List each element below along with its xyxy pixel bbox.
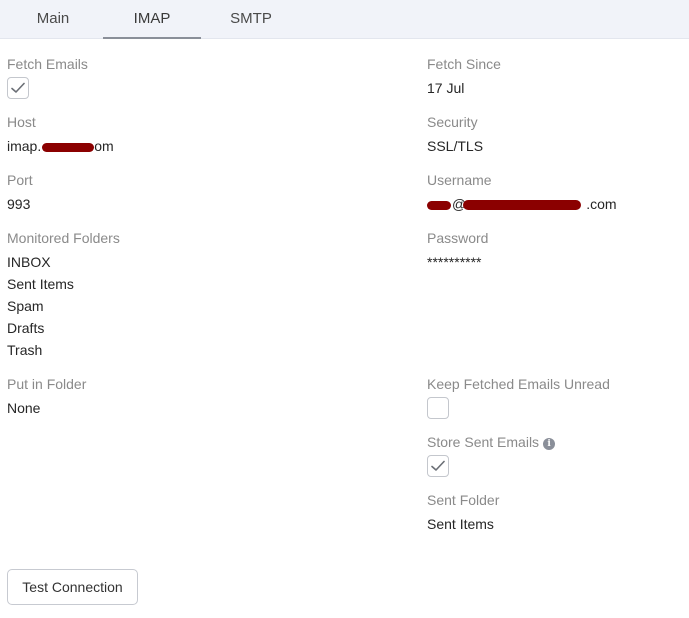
username-label: Username xyxy=(427,172,492,188)
username-value-suffix: .com xyxy=(586,196,617,212)
host-value-prefix: imap. xyxy=(7,138,42,154)
put-in-folder-label: Put in Folder xyxy=(7,376,87,392)
store-sent-label: Store Sent Emails xyxy=(427,434,540,450)
folder-item: Sent Items xyxy=(7,276,74,292)
fetch-since-label: Fetch Since xyxy=(427,56,501,72)
folder-item: Drafts xyxy=(7,320,45,336)
port-value: 993 xyxy=(7,196,31,212)
monitored-folders-label: Monitored Folders xyxy=(7,230,120,246)
security-label: Security xyxy=(427,114,478,130)
folder-item: INBOX xyxy=(7,254,51,270)
keep-unread-checkbox[interactable] xyxy=(427,397,449,419)
put-in-folder-value: None xyxy=(7,400,41,416)
security-value: SSL/TLS xyxy=(427,138,484,154)
redaction-mark xyxy=(427,201,451,210)
port-label: Port xyxy=(7,172,33,188)
tab-imap[interactable]: IMAP xyxy=(103,0,201,39)
info-icon[interactable]: i xyxy=(543,438,556,450)
sent-folder-value: Sent Items xyxy=(427,516,494,532)
store-sent-label-row: Store Sent Emails i xyxy=(427,434,556,450)
check-icon xyxy=(431,460,445,471)
password-value: ********** xyxy=(427,254,482,270)
host-label: Host xyxy=(7,114,36,130)
fetch-emails-checkbox[interactable] xyxy=(7,77,29,99)
redaction-mark xyxy=(42,143,94,152)
keep-unread-label: Keep Fetched Emails Unread xyxy=(427,376,610,392)
folder-item: Spam xyxy=(7,298,44,314)
test-connection-button[interactable]: Test Connection xyxy=(7,569,138,605)
folder-item: Trash xyxy=(7,342,43,358)
tab-smtp[interactable]: SMTP xyxy=(206,0,296,39)
tab-bar: Main IMAP SMTP xyxy=(0,0,689,39)
tab-main[interactable]: Main xyxy=(16,0,90,39)
sent-folder-label: Sent Folder xyxy=(427,492,500,508)
redaction-mark xyxy=(463,200,581,210)
fetch-emails-label: Fetch Emails xyxy=(7,56,88,72)
password-label: Password xyxy=(427,230,489,246)
host-value-suffix: om xyxy=(94,138,114,154)
store-sent-checkbox[interactable] xyxy=(427,455,449,477)
fetch-since-value: 17 Jul xyxy=(427,80,465,96)
monitored-folders-list: INBOX Sent Items Spam Drafts Trash xyxy=(7,254,74,364)
check-icon xyxy=(11,82,25,93)
